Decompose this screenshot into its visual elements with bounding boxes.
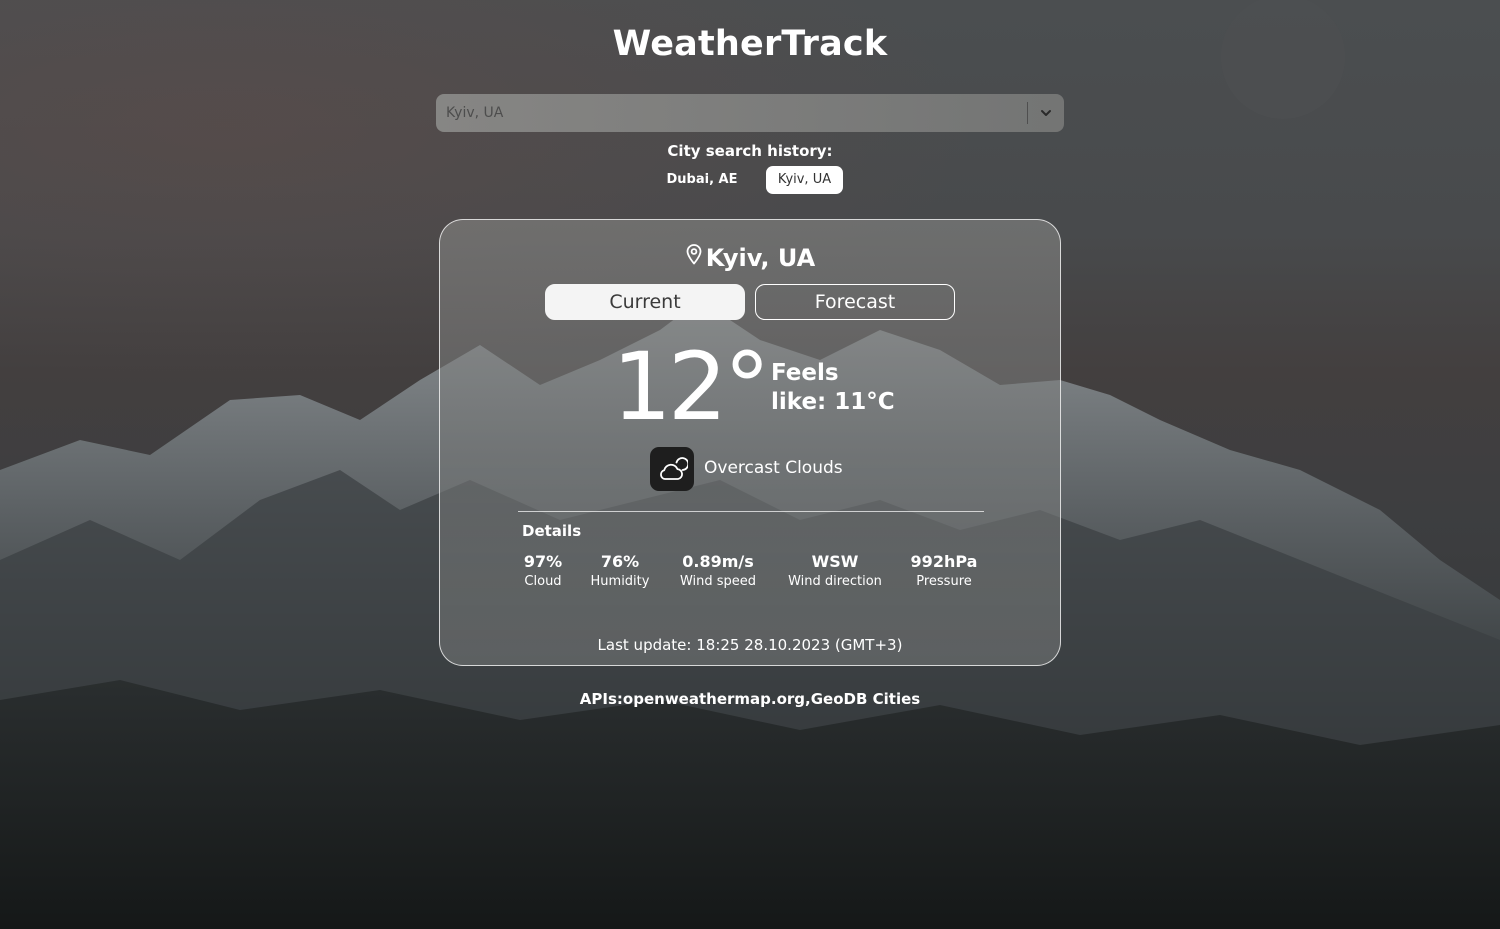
detail-pressure: 992hPa Pressure — [900, 551, 988, 591]
api-credits-prefix: APIs: — [579, 690, 623, 708]
tab-current[interactable]: Current — [545, 284, 745, 320]
current-temperature: 12° — [612, 333, 771, 442]
tab-forecast[interactable]: Forecast — [755, 284, 955, 320]
details-divider — [518, 511, 984, 512]
history-label: City search history: — [667, 142, 833, 160]
api-credits: APIs:openweathermap.org,GeoDB Cities — [0, 690, 1500, 708]
weather-card: Kyiv, UA Current Forecast 12° Feels like… — [439, 219, 1061, 666]
city-search-input[interactable] — [436, 94, 1021, 132]
detail-value: 76% — [600, 552, 640, 571]
city-search-combobox[interactable] — [436, 94, 1064, 132]
detail-wind-speed: 0.89m/s Wind speed — [669, 551, 767, 591]
detail-value: 0.89m/s — [682, 552, 754, 571]
detail-label: Wind direction — [788, 574, 882, 589]
detail-wind-direction: WSW Wind direction — [777, 551, 893, 591]
weather-condition: Overcast Clouds — [704, 458, 843, 478]
app-title: WeatherTrack — [612, 24, 888, 64]
feels-like: Feels like: 11°C — [771, 360, 895, 415]
detail-label: Cloud — [524, 574, 562, 589]
last-update: Last update: 18:25 28.10.2023 (GMT+3) — [597, 636, 903, 654]
history-chip-kyiv[interactable]: Kyiv, UA — [766, 166, 843, 194]
search-divider — [1027, 102, 1028, 124]
detail-cloud: 97% Cloud — [512, 551, 574, 591]
link-openweathermap[interactable]: openweathermap.org — [623, 690, 805, 708]
link-geodb-cities[interactable]: GeoDB Cities — [811, 690, 920, 708]
history-chip-dubai[interactable]: Dubai, AE — [656, 166, 748, 194]
cloud-sun-icon — [650, 447, 694, 491]
location-name: Kyiv, UA — [705, 244, 816, 272]
detail-value: WSW — [811, 552, 859, 571]
chevron-down-icon[interactable] — [1036, 103, 1056, 123]
app-root: WeatherTrack City search history: Dubai,… — [0, 0, 1500, 929]
detail-value: 992hPa — [910, 552, 978, 571]
detail-humidity: 76% Humidity — [582, 551, 658, 591]
map-pin-icon — [685, 243, 703, 271]
detail-label: Humidity — [590, 574, 650, 589]
location-header: Kyiv, UA — [440, 244, 1060, 273]
detail-label: Pressure — [916, 574, 972, 589]
detail-label: Wind speed — [679, 574, 757, 589]
details-title: Details — [522, 522, 582, 540]
detail-value: 97% — [523, 552, 563, 571]
